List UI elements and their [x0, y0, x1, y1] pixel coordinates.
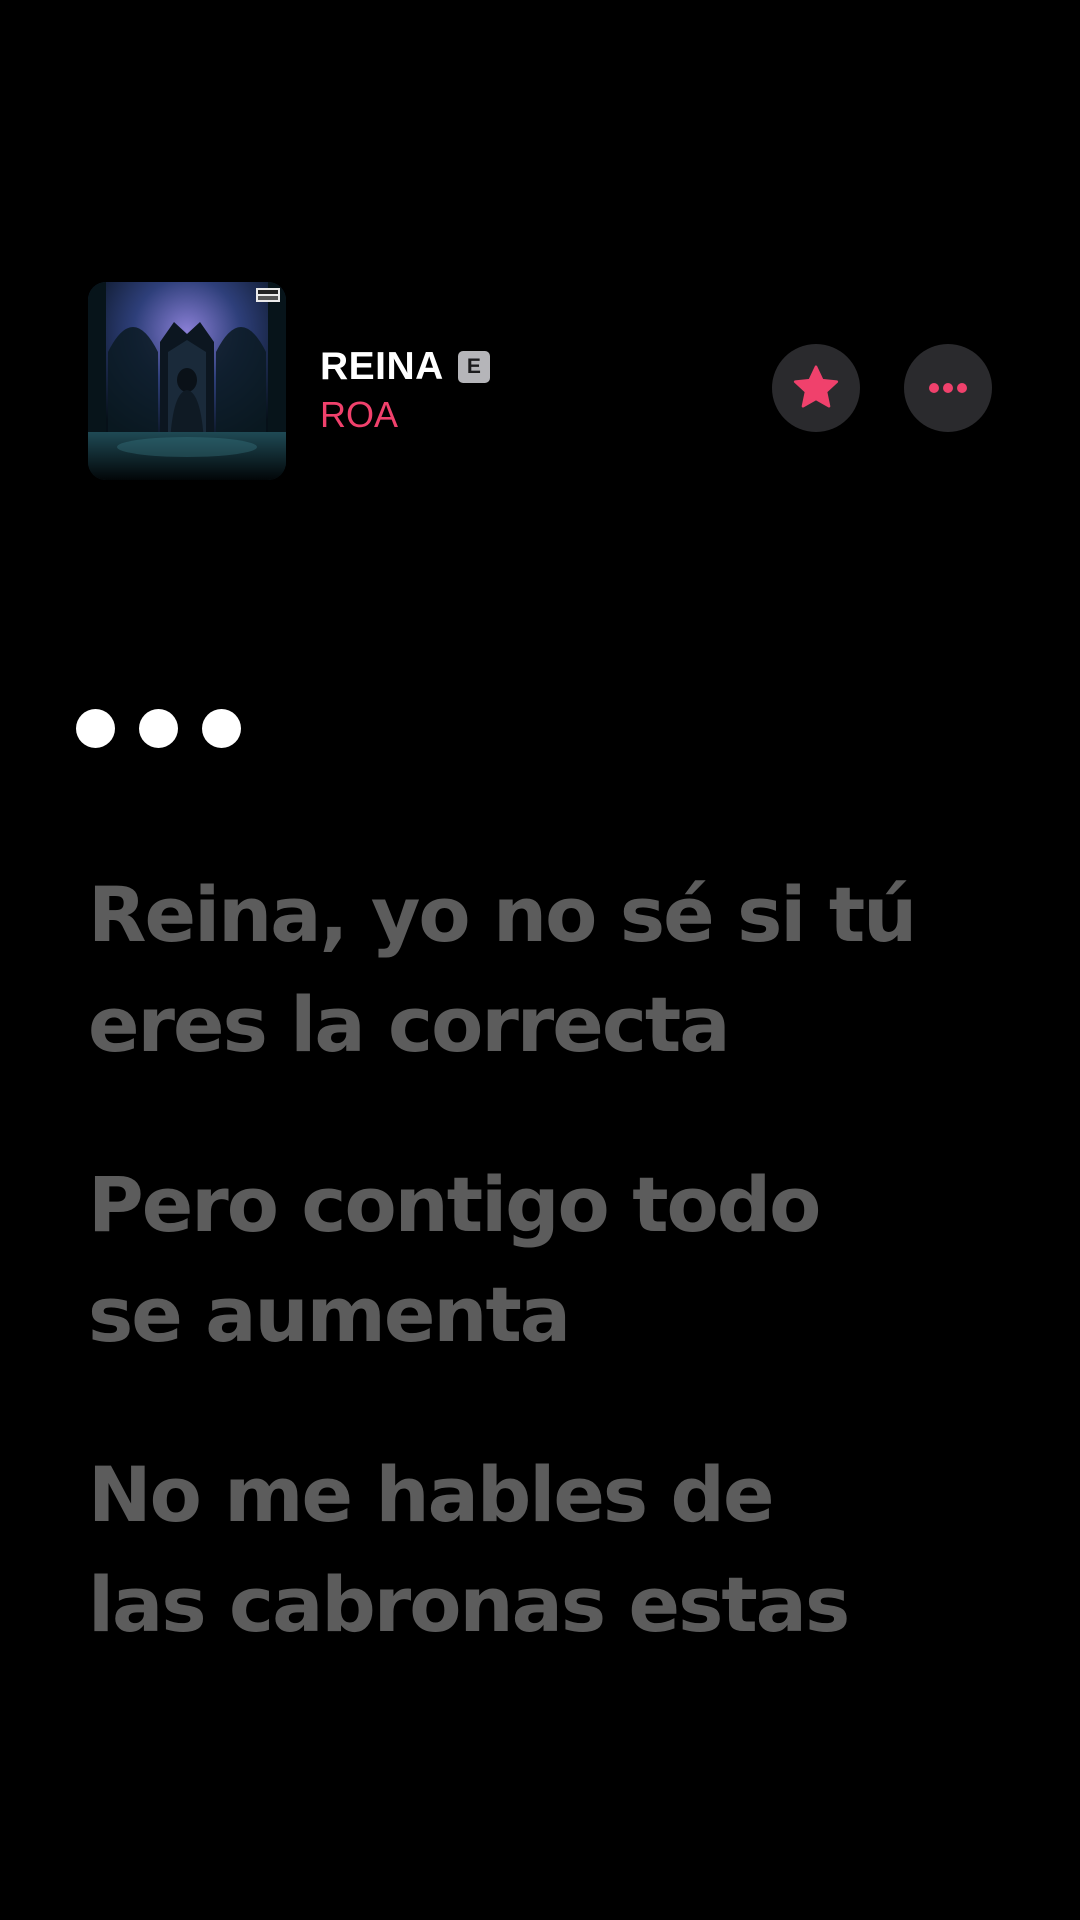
- dot: [76, 709, 115, 748]
- dot: [139, 709, 178, 748]
- track-info[interactable]: REINA E ROA: [320, 344, 490, 436]
- album-artwork-image: [88, 282, 286, 480]
- artist-name[interactable]: ROA: [320, 394, 490, 436]
- now-playing-header: REINA E ROA: [88, 282, 1000, 480]
- dot: [202, 709, 241, 748]
- favorite-button[interactable]: [772, 344, 860, 432]
- lyric-text: Reina, yo no sé si tú: [88, 870, 917, 959]
- lyric-line[interactable]: Pero contigo todo se aumenta: [88, 1150, 1028, 1370]
- lyric-line[interactable]: Reina, yo no sé si tú eres la correcta: [88, 860, 1028, 1080]
- lyric-text: Pero contigo todo: [88, 1160, 821, 1249]
- instrumental-dots-indicator: [76, 709, 241, 748]
- explicit-badge: E: [457, 351, 490, 383]
- more-options-button[interactable]: [904, 344, 992, 432]
- lyrics-screen: REINA E ROA Reina, yo no sé si tú eres l…: [0, 0, 1080, 1920]
- lyric-text: las cabronas estas: [88, 1560, 850, 1649]
- track-title: REINA: [320, 345, 444, 388]
- lyric-text: se aumenta: [88, 1270, 571, 1359]
- star-icon: [793, 365, 839, 408]
- lyric-text: No me hables de: [88, 1450, 775, 1539]
- title-row: REINA E: [320, 344, 490, 390]
- lyric-line[interactable]: No me hables de las cabronas estas: [88, 1440, 1028, 1660]
- ellipsis-icon: [929, 383, 967, 393]
- lyric-text: eres la correcta: [88, 980, 731, 1069]
- album-artwork[interactable]: [88, 282, 286, 480]
- lyrics-list: Reina, yo no sé si tú eres la correcta P…: [88, 860, 1028, 1730]
